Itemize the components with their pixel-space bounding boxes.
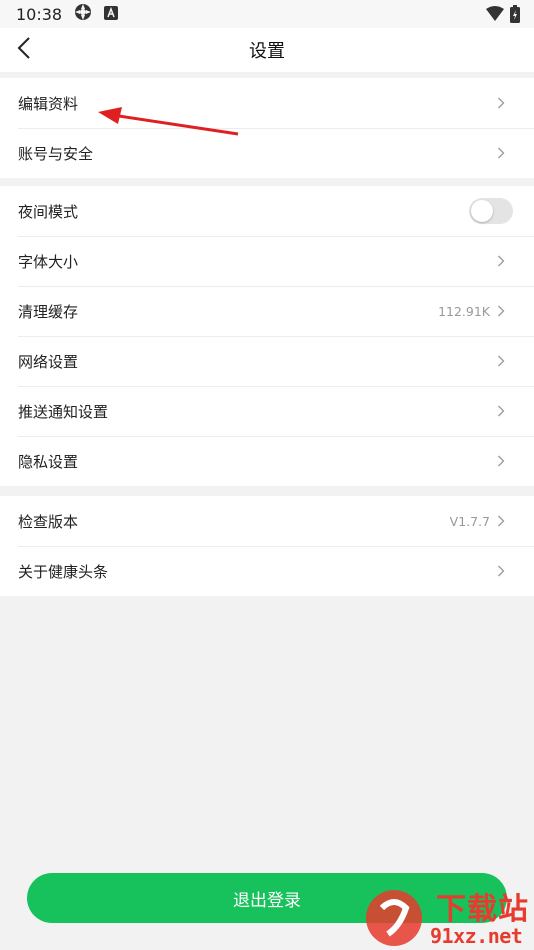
privacy-settings-row[interactable]: 隐私设置 [0, 436, 534, 486]
row-label: 编辑资料 [18, 94, 79, 113]
chevron-right-icon [496, 354, 506, 368]
row-label: 推送通知设置 [18, 402, 109, 421]
status-right [486, 5, 520, 27]
logout-button[interactable]: 退出登录 [27, 873, 507, 923]
app-header: 设置 [0, 28, 534, 72]
chevron-right-icon [496, 96, 506, 110]
settings-group-account: 编辑资料 账号与安全 [0, 78, 534, 178]
battery-icon [510, 5, 520, 27]
wifi-icon [486, 6, 504, 26]
chevron-right-icon [496, 404, 506, 418]
status-bar: 10:38 [0, 0, 534, 28]
row-right [496, 128, 506, 178]
status-left: 10:38 [16, 3, 119, 25]
chevron-right-icon [496, 564, 506, 578]
check-version-row[interactable]: 检查版本 V1.7.7 [0, 496, 534, 546]
sync-icon [74, 3, 92, 25]
row-right: V1.7.7 [450, 496, 506, 546]
font-size-row[interactable]: 字体大小 [0, 236, 534, 286]
settings-group-about: 检查版本 V1.7.7 关于健康头条 [0, 496, 534, 596]
row-label: 关于健康头条 [18, 562, 109, 581]
account-security-row[interactable]: 账号与安全 [0, 128, 534, 178]
page-title: 设置 [249, 41, 285, 62]
row-right [496, 436, 506, 486]
toggle-knob [471, 200, 493, 222]
row-right [496, 236, 506, 286]
row-right [496, 78, 506, 128]
clear-cache-row[interactable]: 清理缓存 112.91K [0, 286, 534, 336]
version-value: V1.7.7 [449, 513, 490, 529]
cache-size-value: 112.91K [438, 303, 490, 319]
night-mode-row: 夜间模式 [0, 186, 534, 236]
network-settings-row[interactable]: 网络设置 [0, 336, 534, 386]
chevron-right-icon [496, 454, 506, 468]
watermark-site-text: 91xz.net [430, 924, 523, 948]
settings-group-general: 夜间模式 字体大小 清理缓存 112.91K 网络设置 推送通知设置 隐私设置 [0, 186, 534, 486]
app-notification-icon [104, 5, 119, 24]
row-right [496, 336, 506, 386]
row-right [496, 546, 506, 596]
row-label: 检查版本 [18, 512, 79, 531]
chevron-right-icon [496, 254, 506, 268]
row-right [496, 386, 506, 436]
row-label: 字体大小 [18, 252, 79, 271]
about-app-row[interactable]: 关于健康头条 [0, 546, 534, 596]
chevron-right-icon [496, 514, 506, 528]
row-right: 112.91K [438, 286, 506, 336]
row-label: 清理缓存 [18, 302, 79, 321]
push-notification-settings-row[interactable]: 推送通知设置 [0, 386, 534, 436]
row-label: 网络设置 [18, 352, 79, 371]
watermark-cn-text: 下载站 [436, 892, 529, 927]
edit-profile-row[interactable]: 编辑资料 [0, 78, 534, 128]
row-label: 账号与安全 [18, 144, 94, 163]
row-label: 隐私设置 [18, 452, 79, 471]
night-mode-toggle[interactable] [469, 198, 513, 224]
chevron-right-icon [496, 304, 506, 318]
chevron-right-icon [496, 146, 506, 160]
row-label: 夜间模式 [18, 202, 79, 221]
status-time: 10:38 [16, 4, 63, 24]
